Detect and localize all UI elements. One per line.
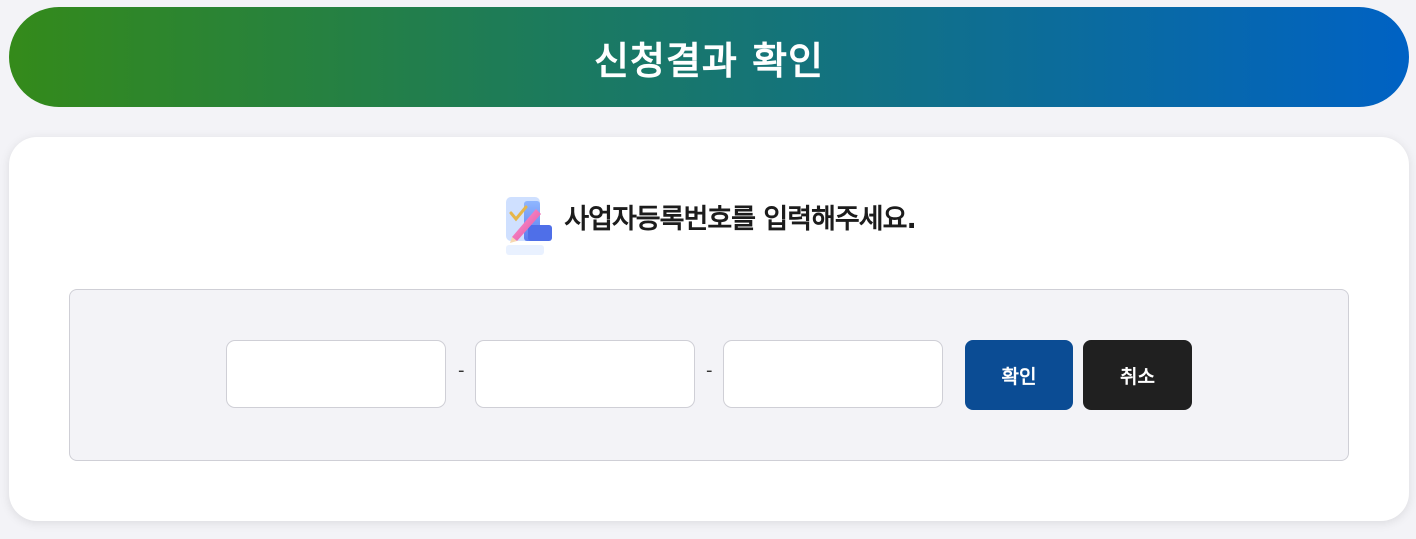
checklist-pencil-icon bbox=[506, 197, 553, 255]
business-number-part2-input[interactable] bbox=[475, 340, 695, 408]
confirm-button[interactable]: 확인 bbox=[965, 340, 1073, 410]
prompt-text: 사업자등록번호를 입력해주세요. bbox=[564, 204, 916, 235]
business-number-part3-input[interactable] bbox=[723, 340, 943, 408]
cancel-button[interactable]: 취소 bbox=[1083, 340, 1192, 410]
content-card: 사업자등록번호를 입력해주세요. - - 확인 취소 bbox=[9, 137, 1409, 521]
prompt-row: 사업자등록번호를 입력해주세요. bbox=[9, 195, 1409, 259]
page-title: 신청결과 확인 bbox=[594, 38, 824, 83]
separator-dash: - bbox=[706, 360, 713, 381]
business-number-part1-input[interactable] bbox=[226, 340, 446, 408]
separator-dash: - bbox=[458, 360, 465, 381]
business-number-form: - - 확인 취소 bbox=[69, 289, 1349, 461]
title-banner: 신청결과 확인 bbox=[9, 7, 1409, 107]
